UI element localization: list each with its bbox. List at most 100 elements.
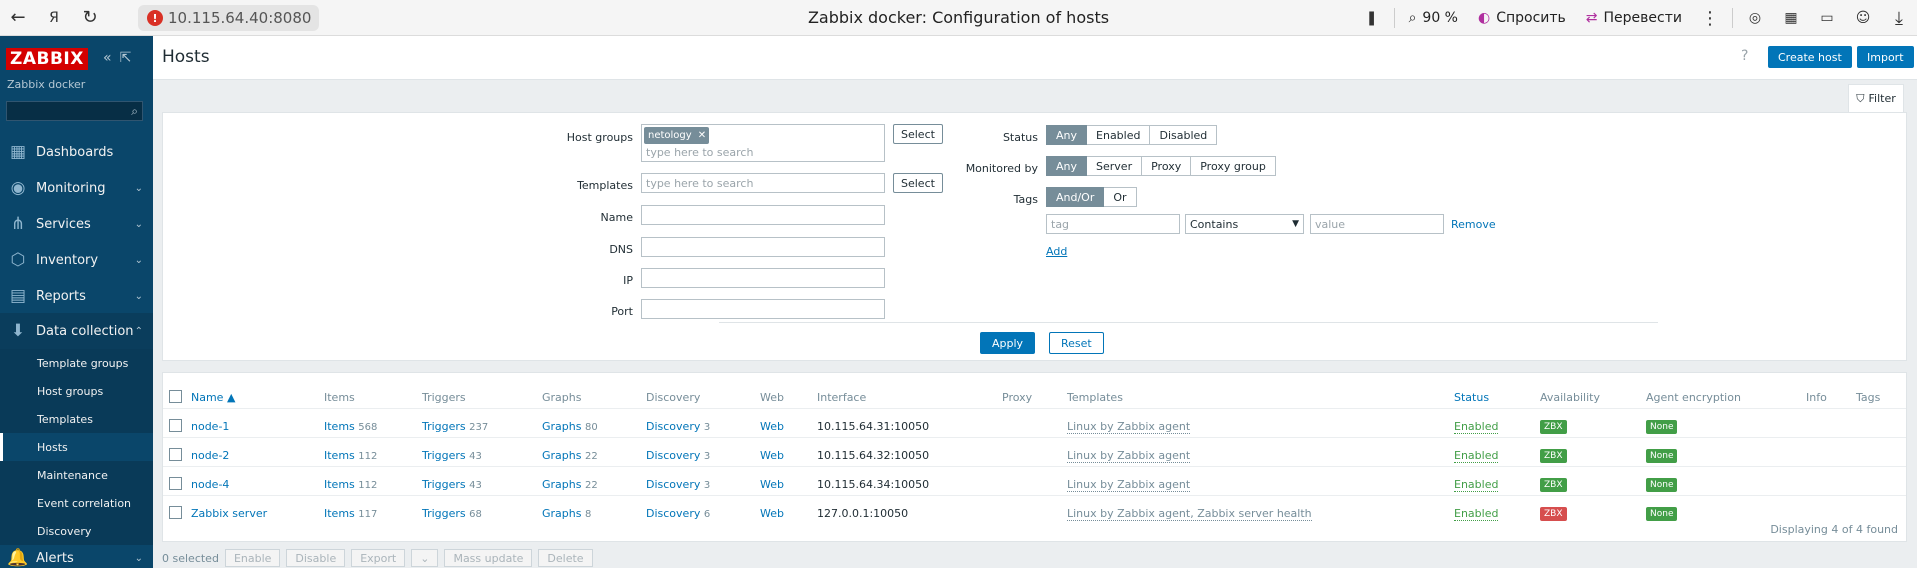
items-cell[interactable]: Items 112 <box>324 449 377 462</box>
submenu-item-event-correlation[interactable]: Event correlation <box>0 489 153 517</box>
discovery-link[interactable]: Discovery <box>646 449 700 462</box>
triggers-link[interactable]: Triggers <box>422 478 466 491</box>
triggers-cell[interactable]: Triggers 43 <box>422 478 482 491</box>
availability-badge[interactable]: ZBX <box>1540 420 1567 434</box>
download-icon[interactable]: ⤓ <box>1881 0 1917 36</box>
availability-badge[interactable]: ZBX <box>1540 507 1567 521</box>
extension-icon[interactable]: ◎ <box>1737 0 1773 36</box>
host-name-link[interactable]: node-2 <box>191 449 229 462</box>
profile-icon[interactable]: ☺ <box>1845 0 1881 36</box>
name-input[interactable] <box>641 205 885 225</box>
host-name-link[interactable]: node-1 <box>191 420 229 433</box>
status-toggle[interactable]: Enabled <box>1454 420 1499 434</box>
graphs-cell[interactable]: Graphs 80 <box>542 420 598 433</box>
not-secure-icon[interactable]: ! <box>147 10 163 26</box>
zabbix-logo[interactable]: ZABBIX <box>6 48 88 70</box>
discovery-cell[interactable]: Discovery 3 <box>646 449 710 462</box>
tag-operator-select[interactable]: Contains ▼ <box>1185 214 1304 234</box>
help-icon[interactable]: ? <box>1741 48 1748 64</box>
create-host-button[interactable]: Create host <box>1768 46 1852 68</box>
filter-tab[interactable]: ⛉ Filter <box>1848 84 1904 112</box>
host-groups-search-placeholder[interactable]: type here to search <box>646 146 753 159</box>
monitored-proxy-option[interactable]: Proxy <box>1142 156 1192 176</box>
collections-icon[interactable]: ▭ <box>1809 0 1845 36</box>
ip-input[interactable] <box>641 268 885 288</box>
graphs-cell[interactable]: Graphs 22 <box>542 449 598 462</box>
collapse-sidebar-icon[interactable]: « <box>103 50 112 66</box>
discovery-link[interactable]: Discovery <box>646 507 700 520</box>
tag-value-input[interactable]: value <box>1310 214 1444 234</box>
host-group-chip[interactable]: netology ✕ <box>644 127 710 144</box>
yandex-icon[interactable]: Я <box>36 0 72 36</box>
web-link[interactable]: Web <box>760 507 784 520</box>
tag-name-input[interactable]: tag <box>1046 214 1180 234</box>
graphs-link[interactable]: Graphs <box>542 420 581 433</box>
mass-update-button[interactable]: Mass update <box>444 549 533 567</box>
template-link[interactable]: Linux by Zabbix agent <box>1067 478 1191 492</box>
submenu-item-maintenance[interactable]: Maintenance <box>0 461 153 489</box>
items-cell[interactable]: Items 117 <box>324 507 377 520</box>
discovery-link[interactable]: Discovery <box>646 420 700 433</box>
triggers-cell[interactable]: Triggers 68 <box>422 507 482 520</box>
items-link[interactable]: Items <box>324 449 355 462</box>
graphs-cell[interactable]: Graphs 8 <box>542 507 591 520</box>
sidebar-item-alerts[interactable]: 🔔 Alerts ⌄ <box>0 548 153 568</box>
search-icon[interactable]: ⌕ <box>131 104 138 119</box>
disable-button[interactable]: Disable <box>286 549 346 567</box>
web-link[interactable]: Web <box>760 420 784 433</box>
discovery-cell[interactable]: Discovery 3 <box>646 420 710 433</box>
availability-badge[interactable]: ZBX <box>1540 478 1567 492</box>
web-link[interactable]: Web <box>760 449 784 462</box>
more-icon[interactable]: ⋮ <box>1692 0 1728 36</box>
port-input[interactable] <box>641 299 885 319</box>
tags-andor-option[interactable]: And/Or <box>1046 187 1105 207</box>
sidebar-item-reports[interactable]: ▤ Reports ⌄ <box>0 278 153 314</box>
discovery-link[interactable]: Discovery <box>646 478 700 491</box>
submenu-item-discovery[interactable]: Discovery <box>0 517 153 545</box>
template-link[interactable]: Linux by Zabbix agent <box>1067 449 1191 463</box>
graphs-link[interactable]: Graphs <box>542 478 581 491</box>
monitored-server-option[interactable]: Server <box>1087 156 1143 176</box>
items-link[interactable]: Items <box>324 507 355 520</box>
triggers-link[interactable]: Triggers <box>422 507 466 520</box>
apply-button[interactable]: Apply <box>980 332 1036 354</box>
web-link[interactable]: Web <box>760 478 784 491</box>
submenu-item-template-groups[interactable]: Template groups <box>0 349 153 377</box>
host-groups-multiselect[interactable]: netology ✕ type here to search <box>641 124 885 162</box>
sidebar-item-inventory[interactable]: ⬡ Inventory ⌄ <box>0 242 153 278</box>
import-button[interactable]: Import <box>1857 46 1914 68</box>
ask-button[interactable]: ◐ Спросить <box>1468 5 1576 31</box>
triggers-link[interactable]: Triggers <box>422 449 466 462</box>
bookmark-icon[interactable]: ❚ <box>1354 0 1390 36</box>
export-button[interactable]: Export <box>351 549 406 567</box>
export-dropdown-icon[interactable]: ⌄ <box>411 549 439 567</box>
row-checkbox[interactable] <box>169 419 182 432</box>
templates-search-input[interactable]: type here to search <box>641 173 885 193</box>
template-link[interactable]: Linux by Zabbix agent <box>1067 420 1191 434</box>
submenu-item-hosts[interactable]: Hosts <box>0 433 153 461</box>
sidebar-item-data-collection[interactable]: ⬇ Data collection ⌃ <box>0 313 153 349</box>
address-bar[interactable]: ! 10.115.64.40:8080 <box>138 5 320 31</box>
remove-tag-link[interactable]: Remove <box>1451 218 1496 231</box>
zoom-indicator[interactable]: ⌕ 90 % <box>1399 5 1468 31</box>
sidebar-search-input[interactable]: ⌕ <box>6 101 143 121</box>
graphs-cell[interactable]: Graphs 22 <box>542 478 598 491</box>
template-link[interactable]: Linux by Zabbix agent, Zabbix server hea… <box>1067 507 1312 521</box>
sidebar-item-monitoring[interactable]: ◉ Monitoring ⌄ <box>0 170 153 206</box>
discovery-cell[interactable]: Discovery 6 <box>646 507 710 520</box>
discovery-cell[interactable]: Discovery 3 <box>646 478 710 491</box>
submenu-item-templates[interactable]: Templates <box>0 405 153 433</box>
row-checkbox[interactable] <box>169 448 182 461</box>
tags-or-option[interactable]: Or <box>1104 187 1137 207</box>
status-toggle[interactable]: Enabled <box>1454 478 1499 492</box>
header-name[interactable]: Name ▲ <box>191 391 235 404</box>
host-groups-select-button[interactable]: Select <box>893 124 943 144</box>
monitored-proxy-group-option[interactable]: Proxy group <box>1191 156 1276 176</box>
translate-button[interactable]: ⇄ Перевести <box>1576 5 1692 31</box>
host-name-link[interactable]: node-4 <box>191 478 229 491</box>
reload-icon[interactable]: ↻ <box>72 0 108 36</box>
row-checkbox[interactable] <box>169 477 182 490</box>
status-enabled-option[interactable]: Enabled <box>1087 125 1151 145</box>
triggers-cell[interactable]: Triggers 43 <box>422 449 482 462</box>
row-checkbox[interactable] <box>169 506 182 519</box>
